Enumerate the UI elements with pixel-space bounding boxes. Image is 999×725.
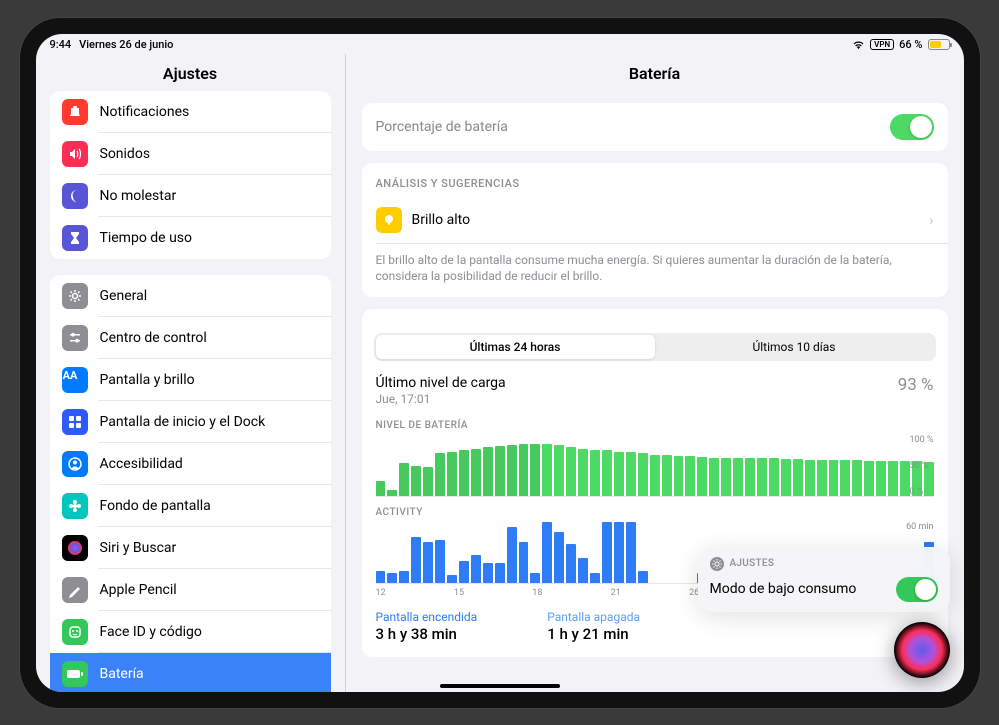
x-axis-tick: 12 — [376, 588, 386, 598]
x-axis-tick: 21 — [611, 588, 621, 598]
x-axis-tick: 15 — [454, 588, 464, 598]
flower-icon — [62, 493, 88, 519]
time-range-segmented-control[interactable]: Últimas 24 horas Últimos 10 días — [374, 333, 936, 361]
status-time: 9:44 — [50, 38, 72, 51]
siri-card-header: AJUSTES — [730, 558, 775, 569]
sidebar-item-pantalla-de-inicio-y-el-dock[interactable]: Pantalla de inicio y el Dock — [50, 401, 331, 443]
sidebar-item-pantalla-y-brillo[interactable]: AA Pantalla y brillo — [50, 359, 331, 401]
gear-icon — [710, 557, 724, 571]
battery-level-chart: 100 % 50 % 0 % — [362, 435, 948, 497]
sidebar-item-notificaciones[interactable]: Notificaciones — [50, 91, 331, 133]
sidebar-item-tiempo-de-uso[interactable]: Tiempo de uso — [50, 217, 331, 259]
status-bar: 9:44 Viernes 26 de junio VPN 66 % — [36, 34, 964, 54]
sidebar-item-label: Tiempo de uso — [100, 230, 319, 246]
vpn-badge: VPN — [870, 39, 894, 50]
tab-10d[interactable]: Últimos 10 días — [655, 335, 934, 359]
sidebar-title: Ajustes — [36, 54, 345, 91]
face-icon — [62, 619, 88, 645]
sidebar-item-label: Accesibilidad — [100, 456, 319, 472]
siri-orb[interactable] — [894, 622, 950, 678]
battery-level-title: NIVEL DE BATERÍA — [362, 410, 948, 435]
sidebar-item-siri-y-buscar[interactable]: Siri y Buscar — [50, 527, 331, 569]
status-battery-pct: 66 % — [899, 38, 922, 51]
sidebar-item-label: No molestar — [100, 188, 319, 204]
high-brightness-desc: El brillo alto de la pantalla consume mu… — [362, 244, 948, 298]
sidebar-item-label: Fondo de pantalla — [100, 498, 319, 514]
last-charge-pct: 93 % — [898, 375, 934, 395]
x-axis-tick: 18 — [532, 588, 542, 598]
high-brightness-row[interactable]: Brillo alto › — [362, 196, 948, 244]
bell-icon — [62, 99, 88, 125]
wifi-icon — [852, 40, 865, 50]
chevron-right-icon: › — [929, 211, 934, 229]
page-title: Batería — [346, 54, 964, 91]
sidebar-item-apple-pencil[interactable]: Apple Pencil — [50, 569, 331, 611]
gear-icon — [62, 283, 88, 309]
home-indicator[interactable] — [440, 684, 560, 688]
sidebar-item-no-molestar[interactable]: No molestar — [50, 175, 331, 217]
analysis-header: ANÁLISIS Y SUGERENCIAS — [362, 163, 948, 196]
sidebar-item-label: Batería — [100, 666, 319, 682]
sliders-icon — [62, 325, 88, 351]
sidebar-item-face-id-y-código[interactable]: Face ID y código — [50, 611, 331, 653]
siri-suggestion-card[interactable]: AJUSTES Modo de bajo consumo — [698, 547, 950, 612]
bulb-icon — [376, 207, 402, 233]
high-brightness-label: Brillo alto — [412, 212, 919, 228]
activity-title: ACTIVITY — [362, 497, 948, 522]
speaker-icon — [62, 141, 88, 167]
sidebar-item-label: Sonidos — [100, 146, 319, 162]
sidebar-item-label: Pantalla y brillo — [100, 372, 319, 388]
hourglass-icon — [62, 225, 88, 251]
low-power-mode-toggle[interactable] — [896, 577, 938, 602]
low-power-mode-label: Modo de bajo consumo — [710, 581, 857, 597]
sidebar-item-batería[interactable]: Batería — [50, 653, 331, 692]
sidebar-item-sonidos[interactable]: Sonidos — [50, 133, 331, 175]
sidebar-item-label: Apple Pencil — [100, 582, 319, 598]
sidebar-item-accesibilidad[interactable]: Accesibilidad — [50, 443, 331, 485]
sidebar-item-label: Pantalla de inicio y el Dock — [100, 414, 319, 430]
grid-icon — [62, 409, 88, 435]
svg-text:AA: AA — [62, 369, 77, 382]
sidebar-item-general[interactable]: General — [50, 275, 331, 317]
sidebar-item-centro-de-control[interactable]: Centro de control — [50, 317, 331, 359]
sidebar-item-label: Notificaciones — [100, 104, 319, 120]
person-icon — [62, 451, 88, 477]
tab-24h[interactable]: Últimas 24 horas — [376, 335, 655, 359]
sidebar-item-label: Siri y Buscar — [100, 540, 319, 556]
battery-icon — [928, 39, 950, 50]
sidebar-item-label: General — [100, 288, 319, 304]
sidebar-item-label: Face ID y código — [100, 624, 319, 640]
battery-percentage-row[interactable]: Porcentaje de batería — [362, 103, 948, 151]
screen-off-label: Pantalla apagada — [547, 610, 640, 624]
screen-off-value: 1 h y 21 min — [547, 625, 640, 643]
moon-icon — [62, 183, 88, 209]
last-charge-time: Jue, 17:01 — [376, 392, 506, 406]
last-charge-title: Último nivel de carga — [376, 375, 506, 391]
status-date: Viernes 26 de junio — [79, 38, 173, 51]
sidebar-item-label: Centro de control — [100, 330, 319, 346]
battery-percentage-label: Porcentaje de batería — [376, 119, 880, 135]
pencil-icon — [62, 577, 88, 603]
siri-icon — [62, 535, 88, 561]
sidebar-item-fondo-de-pantalla[interactable]: Fondo de pantalla — [50, 485, 331, 527]
battery-percentage-toggle[interactable] — [890, 114, 934, 140]
screen-on-value: 3 h y 38 min — [376, 625, 478, 643]
screen-on-label: Pantalla encendida — [376, 610, 478, 624]
AA-icon: AA — [62, 367, 88, 393]
battery-icon — [62, 661, 88, 687]
